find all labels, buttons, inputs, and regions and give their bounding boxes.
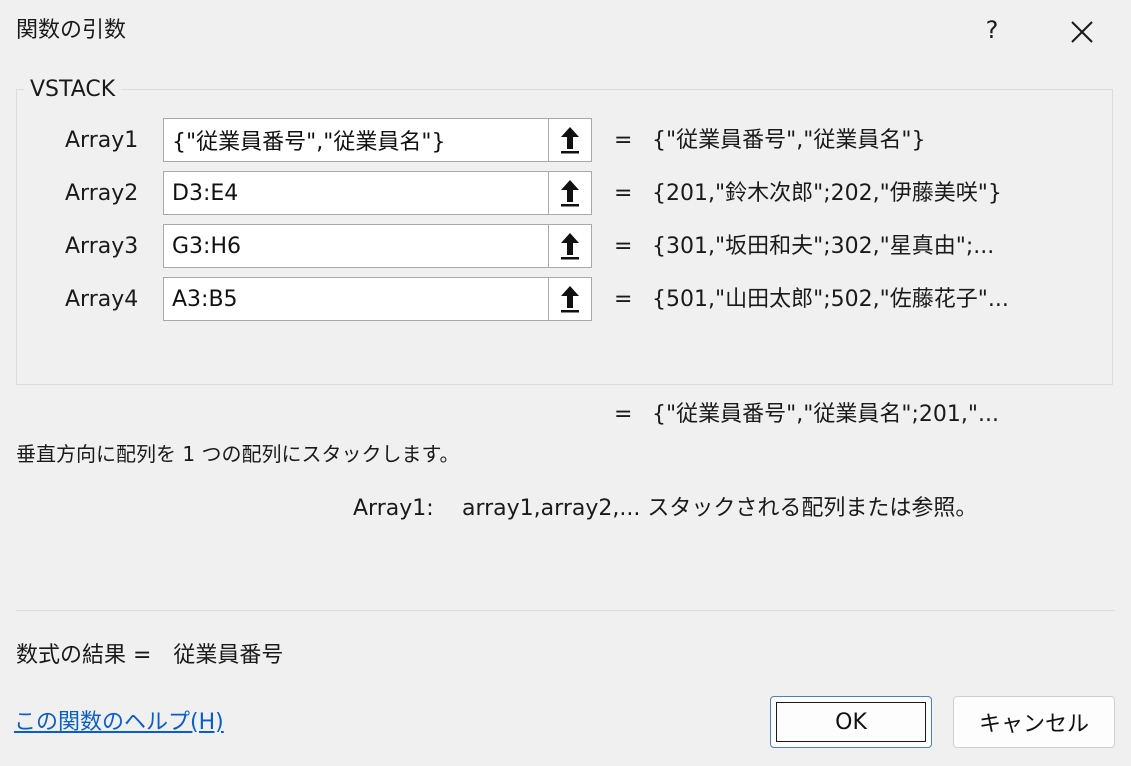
equals-sign: = (614, 287, 633, 312)
array1-input[interactable] (163, 118, 549, 162)
result-equals-sign: = (614, 402, 633, 427)
argument-row-array1: Array1 = {"従業員番号","従業員名"} (0, 118, 1131, 164)
array1-collapse-button[interactable] (548, 118, 592, 162)
argument-row-array2: Array2 = {201,"鈴木次郎";202,"伊藤美咲"} (0, 171, 1131, 217)
equals-sign: = (614, 181, 633, 206)
argument-value: {"従業員番号","従業員名"} (652, 128, 926, 153)
argument-row-array4: Array4 = {501,"山田太郎";502,"佐藤花子"... (0, 277, 1131, 323)
function-name: VSTACK (24, 76, 122, 104)
equals-sign: = (614, 234, 633, 259)
argument-label: Array2 (65, 181, 139, 206)
cancel-button[interactable]: キャンセル (953, 696, 1115, 748)
divider (16, 610, 1115, 611)
equals-sign: = (614, 128, 633, 153)
function-result-preview: {"従業員番号","従業員名";201,"... (652, 402, 999, 427)
ok-button[interactable]: OK (770, 696, 932, 748)
argument-value: {501,"山田太郎";502,"佐藤花子"... (652, 287, 1009, 312)
argument-help-text: array1,array2,... スタックされる配列または参照。 (462, 496, 978, 521)
argument-value: {201,"鈴木次郎";202,"伊藤美咲"} (652, 181, 1002, 206)
argument-value: {301,"坂田和夫";302,"星真由";... (652, 234, 995, 259)
arrow-up-icon (561, 286, 579, 313)
array2-collapse-button[interactable] (548, 171, 592, 215)
array3-collapse-button[interactable] (548, 224, 592, 268)
argument-row-array3: Array3 = {301,"坂田和夫";302,"星真由";... (0, 224, 1131, 270)
help-button[interactable]: ? (978, 14, 1006, 46)
array4-input[interactable] (163, 277, 549, 321)
dialog-title: 関数の引数 (16, 18, 127, 43)
arrow-up-icon (561, 180, 579, 207)
function-arguments-dialog: 関数の引数 ? VSTACK Array1 = {"従業員番号","従業員名"}… (0, 0, 1131, 766)
array2-input[interactable] (163, 171, 549, 215)
ok-button-label: OK (835, 709, 867, 735)
close-icon (1071, 21, 1093, 43)
argument-label: Array1 (65, 128, 139, 153)
close-button[interactable] (1066, 16, 1098, 48)
arrow-up-icon (561, 127, 579, 154)
argument-help-name: Array1: (353, 496, 434, 521)
array3-input[interactable] (163, 224, 549, 268)
argument-label: Array3 (65, 234, 139, 259)
argument-label: Array4 (65, 287, 139, 312)
array4-collapse-button[interactable] (548, 277, 592, 321)
function-help-link[interactable]: この関数のヘルプ(H) (14, 709, 224, 737)
arrow-up-icon (561, 233, 579, 260)
function-description: 垂直方向に配列を 1 つの配列にスタックします。 (16, 442, 460, 466)
formula-result: 数式の結果 = 従業員番号 (16, 643, 284, 668)
